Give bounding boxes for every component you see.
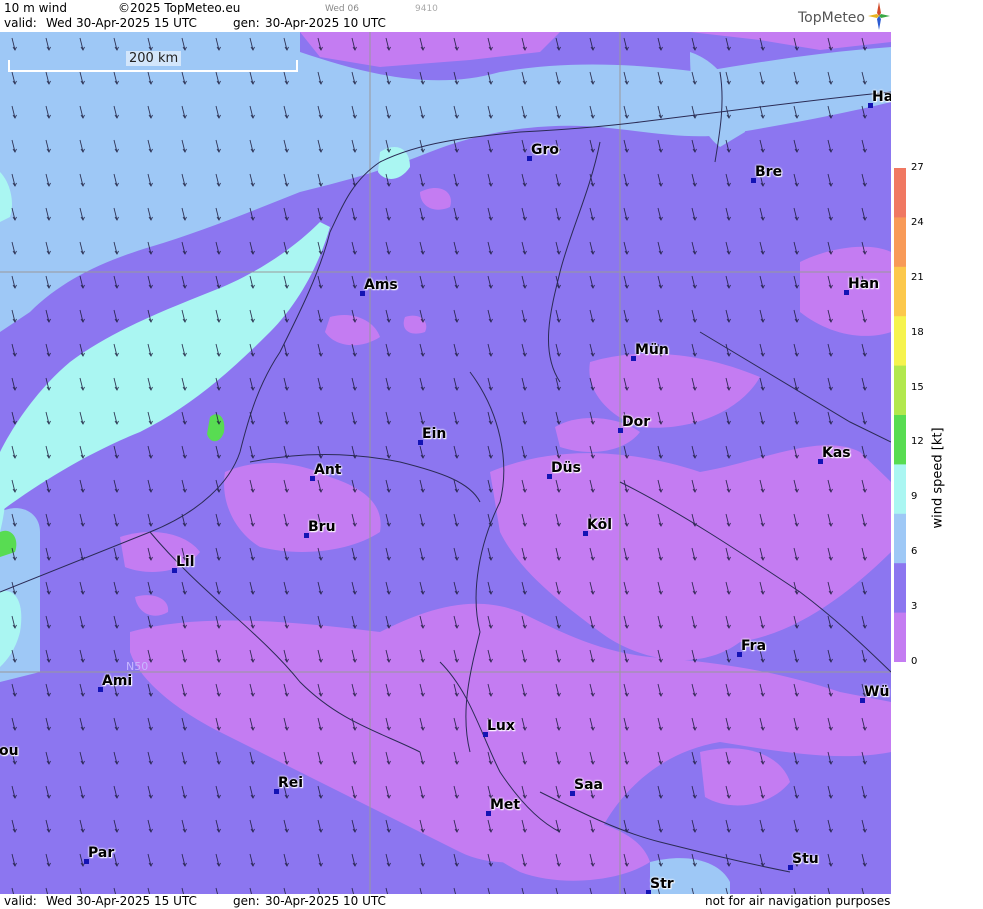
scale-bar-label: 200 km bbox=[126, 51, 182, 66]
topmeteo-logo: TopMeteo bbox=[798, 10, 865, 26]
color-bar bbox=[894, 168, 906, 662]
city-label: Fra bbox=[741, 638, 767, 654]
color-bar-segment bbox=[894, 168, 906, 218]
wind-field-svg: N50 bbox=[0, 32, 891, 894]
city-label: Saa bbox=[574, 777, 603, 793]
city-label: Lil bbox=[176, 554, 195, 570]
legend-tick-label: 27 bbox=[911, 162, 924, 173]
color-bar-segment bbox=[894, 217, 906, 268]
color-bar-segment bbox=[894, 464, 906, 515]
color-bar-segment bbox=[894, 415, 906, 465]
legend-tick-label: 12 bbox=[911, 436, 924, 448]
gen-label: gen: bbox=[233, 16, 260, 30]
valid-label: valid: bbox=[4, 16, 37, 30]
legend-title: wind speed [kt] bbox=[930, 427, 946, 529]
wind-map[interactable]: N50 200 km Ha Gro Bre Ams Han Mün Ein Do… bbox=[0, 32, 891, 894]
scale-bar: 200 km bbox=[8, 51, 298, 72]
color-bar-segment bbox=[894, 266, 906, 317]
color-bar-segment bbox=[894, 365, 906, 416]
city-label: Dor bbox=[622, 414, 651, 430]
city-label: Kas bbox=[822, 445, 851, 461]
valid-time: Wed 30-Apr-2025 15 UTC bbox=[46, 16, 197, 30]
city-label: Düs bbox=[551, 460, 581, 476]
city-label: Stu bbox=[792, 851, 819, 867]
footer-valid-label: valid: bbox=[4, 894, 37, 908]
city-label: Bru bbox=[308, 519, 336, 535]
legend-tick-label: 21 bbox=[911, 271, 924, 283]
color-bar-segment bbox=[894, 563, 906, 614]
city-label: Met bbox=[490, 797, 521, 813]
legend-tick-label: 9 bbox=[911, 491, 918, 503]
city-label: Gro bbox=[531, 142, 560, 158]
map-header: 10 m wind ©2025 TopMeteo.eu Wed 06 9410 … bbox=[0, 0, 891, 32]
city-label: Han bbox=[848, 276, 880, 292]
footer-gen-label: gen: bbox=[233, 894, 260, 908]
footer-valid-time: Wed 30-Apr-2025 15 UTC bbox=[46, 894, 197, 908]
legend-tick-label: 3 bbox=[911, 601, 918, 613]
color-bar-segment bbox=[894, 513, 906, 564]
frame-day: Wed 06 bbox=[325, 4, 359, 14]
city-label: Ha bbox=[872, 89, 891, 105]
legend-tick-label: 0 bbox=[911, 656, 918, 667]
city-label: Wü bbox=[864, 684, 890, 700]
city-label: Köl bbox=[587, 517, 613, 533]
legend-tick-label: 6 bbox=[911, 546, 918, 558]
city-label: Ams bbox=[364, 277, 398, 293]
footer-gen-time: 30-Apr-2025 10 UTC bbox=[265, 894, 386, 908]
city-label: Str bbox=[650, 876, 674, 892]
city-label: Mün bbox=[635, 342, 669, 358]
city-label: Ein bbox=[422, 426, 447, 442]
city-label: Ant bbox=[314, 462, 342, 478]
frame-code: 9410 bbox=[415, 4, 438, 14]
city-label: Rei bbox=[278, 775, 304, 791]
legend-tick-label: 15 bbox=[911, 381, 924, 393]
city-label: Bre bbox=[755, 164, 783, 180]
wind-arrows bbox=[0, 32, 891, 894]
product-title: 10 m wind bbox=[4, 1, 67, 15]
scale-bar-tick-left bbox=[8, 60, 10, 71]
compass-icon bbox=[868, 2, 890, 30]
color-bar-segment bbox=[894, 612, 906, 662]
scale-bar-tick-right bbox=[296, 60, 298, 71]
city-label: Lux bbox=[487, 718, 515, 734]
city-label: Par bbox=[88, 845, 115, 861]
city-label: ou bbox=[0, 743, 19, 759]
copyright: ©2025 TopMeteo.eu bbox=[118, 1, 241, 15]
city-label: Ami bbox=[102, 673, 133, 689]
legend-tick-label: 18 bbox=[911, 326, 924, 338]
latitude-label: N50 bbox=[126, 660, 148, 673]
disclaimer: not for air navigation purposes bbox=[705, 894, 891, 908]
gen-time: 30-Apr-2025 10 UTC bbox=[265, 16, 386, 30]
scale-bar-line bbox=[8, 70, 298, 72]
legend-tick-label: 24 bbox=[911, 216, 924, 228]
map-footer: valid: Wed 30-Apr-2025 15 UTC gen: 30-Ap… bbox=[0, 894, 891, 909]
color-bar-segment bbox=[894, 316, 906, 367]
